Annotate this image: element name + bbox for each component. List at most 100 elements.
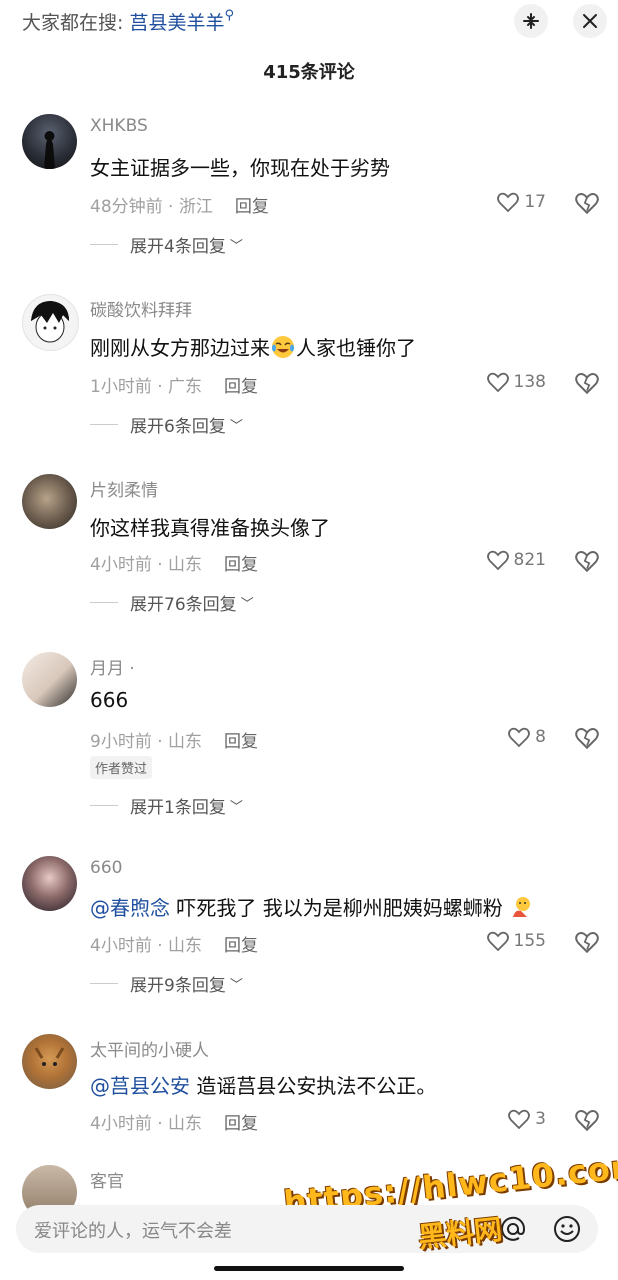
like-button[interactable]: 138: [486, 370, 546, 394]
comment-text: 你这样我真得准备换头像了: [90, 516, 330, 540]
comment-time-location: 1小时前 · 广东: [90, 377, 203, 397]
reply-button[interactable]: 回复: [224, 936, 258, 956]
comment-username[interactable]: 660: [90, 858, 122, 878]
like-count: 138: [513, 372, 546, 392]
heart-icon: [497, 192, 520, 213]
like-button[interactable]: 155: [486, 929, 546, 953]
comment-username[interactable]: 太平间的小硬人: [90, 1036, 209, 1061]
hot-search-link[interactable]: 大家都在搜: 莒县美羊羊⚲: [22, 8, 234, 35]
comment-text: 刚刚从女方那边过来 人家也锤你了: [90, 332, 416, 361]
thinking-emoji-icon: [513, 897, 531, 917]
emoji-button[interactable]: [552, 1214, 582, 1244]
like-button[interactable]: 8: [507, 725, 546, 749]
comment-text-part: 吓死我了 我以为是柳州肥姨妈螺蛳粉: [176, 896, 503, 920]
expand-replies[interactable]: 展开4条回复 ﹀: [90, 232, 243, 257]
comment-username[interactable]: 月月 ·: [90, 654, 135, 679]
like-count: 3: [535, 1109, 546, 1129]
expand-replies-label: 展开9条回复: [130, 976, 226, 996]
dislike-button[interactable]: [574, 190, 600, 216]
comment-text-part: 刚刚从女方那边过来: [90, 336, 270, 360]
heart-icon: [486, 931, 509, 952]
comment-input-bar[interactable]: 爱评论的人，运气不会差: [16, 1205, 598, 1253]
dislike-button[interactable]: [574, 370, 600, 396]
mention-link[interactable]: @莒县公安: [90, 1074, 190, 1098]
comment-username[interactable]: 客官: [90, 1167, 124, 1192]
comment-text: 女主证据多一些，你现在处于劣势: [90, 156, 390, 180]
comment-text-part: 造谣莒县公安执法不公正。: [196, 1074, 437, 1098]
dislike-icon: [575, 373, 599, 395]
comment-text: @莒县公安 造谣莒县公安执法不公正。: [90, 1070, 436, 1099]
avatar[interactable]: [22, 1034, 77, 1089]
author-liked-badge: 作者赞过: [90, 756, 153, 779]
dislike-button[interactable]: [574, 725, 600, 751]
comment-time-location: 4小时前 · 山东: [90, 936, 203, 956]
expand-replies-label: 展开6条回复: [130, 417, 226, 437]
divider-line: [90, 805, 118, 806]
comment-text: 666: [90, 688, 129, 712]
divider-line: [90, 424, 118, 425]
comment-time-location: 4小时前 · 山东: [90, 1114, 203, 1134]
comment-time-location: 4小时前 · 山东: [90, 555, 203, 575]
mention-link[interactable]: @春煦念: [90, 896, 170, 920]
hot-search-keyword: 莒县美羊羊: [129, 12, 225, 34]
close-button[interactable]: [573, 4, 607, 38]
hot-search-prefix: 大家都在搜:: [22, 12, 124, 34]
home-indicator[interactable]: [214, 1266, 404, 1271]
close-icon: [583, 14, 597, 28]
dislike-button[interactable]: [574, 548, 600, 574]
avatar[interactable]: [22, 294, 79, 351]
heart-icon: [508, 727, 531, 748]
dislike-button[interactable]: [574, 929, 600, 955]
comment-username[interactable]: XHKBS: [90, 116, 148, 136]
like-count: 821: [513, 550, 546, 570]
comment-text-part: 人家也锤你了: [296, 336, 416, 360]
heart-icon: [486, 550, 509, 571]
search-icon: ⚲: [224, 8, 234, 23]
comment-input[interactable]: 爱评论的人，运气不会差: [34, 1217, 232, 1243]
comment-time-location: 9小时前 · 山东: [90, 732, 203, 752]
avatar[interactable]: [22, 856, 77, 911]
expand-replies-label: 展开76条回复: [130, 595, 237, 615]
comment-username[interactable]: 片刻柔情: [90, 476, 158, 501]
dislike-icon: [575, 728, 599, 750]
expand-replies[interactable]: 展开1条回复 ﹀: [90, 793, 243, 818]
avatar-anime-icon: [31, 301, 69, 343]
like-button[interactable]: 17: [496, 190, 546, 214]
comment-text: @春煦念 吓死我了 我以为是柳州肥姨妈螺蛳粉: [90, 892, 533, 921]
collapse-button[interactable]: [514, 4, 548, 38]
divider-line: [90, 602, 118, 603]
like-button[interactable]: 3: [507, 1107, 546, 1131]
expand-replies[interactable]: 展开76条回复 ﹀: [90, 590, 254, 615]
dislike-button[interactable]: [574, 1107, 600, 1133]
chevron-down-icon: ﹀: [240, 597, 254, 612]
chevron-down-icon: ﹀: [229, 419, 243, 434]
dislike-icon: [575, 193, 599, 215]
avatar[interactable]: [22, 114, 77, 169]
chevron-down-icon: ﹀: [229, 978, 243, 993]
reply-button[interactable]: 回复: [224, 732, 258, 752]
reply-button[interactable]: 回复: [224, 555, 258, 575]
cat-avatar-icon: [34, 1047, 65, 1066]
reply-button[interactable]: 回复: [224, 377, 258, 397]
chevron-down-icon: ﹀: [229, 239, 243, 254]
comment-username[interactable]: 碳酸饮料拜拜: [90, 296, 192, 321]
top-bar: 大家都在搜: 莒县美羊羊⚲: [0, 0, 618, 44]
dislike-icon: [575, 932, 599, 954]
reply-button[interactable]: 回复: [224, 1114, 258, 1134]
like-count: 155: [513, 931, 546, 951]
expand-replies-label: 展开4条回复: [130, 237, 226, 257]
expand-replies[interactable]: 展开9条回复 ﹀: [90, 971, 243, 996]
divider-line: [90, 983, 118, 984]
like-count: 8: [535, 727, 546, 747]
heart-icon: [508, 1109, 531, 1130]
like-button[interactable]: 821: [486, 548, 546, 572]
chevron-down-icon: ﹀: [229, 800, 243, 815]
avatar[interactable]: [22, 652, 77, 707]
laughing-crying-emoji-icon: [272, 336, 294, 358]
collapse-icon: [523, 13, 539, 29]
comment-count-title: 415条评论: [263, 62, 355, 83]
avatar[interactable]: [22, 474, 77, 529]
comment-time-location: 48分钟前 · 浙江: [90, 197, 213, 217]
expand-replies[interactable]: 展开6条回复 ﹀: [90, 412, 243, 437]
reply-button[interactable]: 回复: [235, 197, 269, 217]
